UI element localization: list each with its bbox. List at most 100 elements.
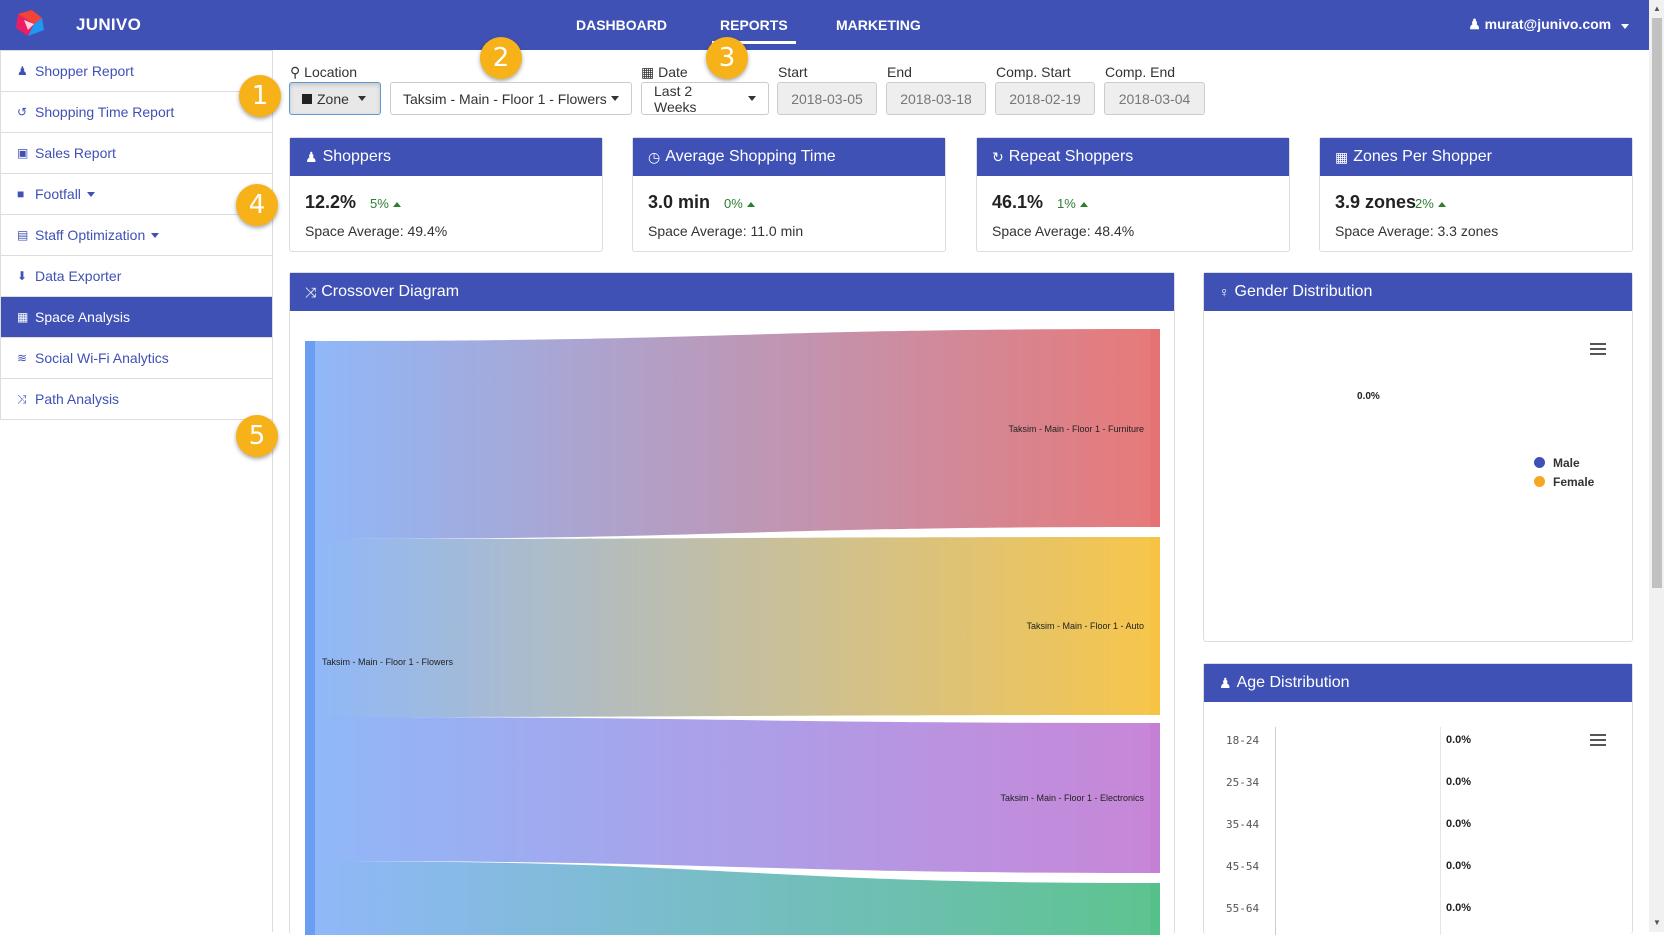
comp-start-date-input[interactable]: 2018-02-19 bbox=[995, 82, 1095, 115]
callout-badge-5: 5 bbox=[236, 415, 278, 457]
legend-item-female[interactable]: Female bbox=[1534, 475, 1594, 489]
sidebar-item-label: Path Analysis bbox=[35, 391, 120, 407]
random-icon: ⤨ bbox=[17, 391, 27, 406]
zone-dropdown[interactable]: Zone bbox=[289, 82, 381, 115]
random-icon: ⤨ bbox=[305, 283, 317, 300]
panel-header: ♟ Age Distribution bbox=[1204, 664, 1632, 702]
th-large-icon: ▦ bbox=[17, 310, 29, 324]
trend-up-icon bbox=[746, 202, 755, 207]
sidebar-item-space-analysis[interactable]: ▦ Space Analysis bbox=[1, 296, 272, 337]
sidebar-item-path-analysis[interactable]: ⤨ Path Analysis bbox=[1, 378, 272, 419]
female-icon: ♀ bbox=[1219, 284, 1230, 300]
age-category-label: 35-44 bbox=[1226, 818, 1260, 831]
wifi-icon: ≋ bbox=[17, 351, 28, 365]
date-range-dropdown[interactable]: Last 2 Weeks bbox=[641, 82, 769, 115]
gender-distribution-panel: ♀ Gender Distribution 0.0% Male Female bbox=[1203, 272, 1633, 642]
chart-menu-icon[interactable] bbox=[1590, 734, 1606, 746]
sidebar-item-sales-report[interactable]: ▣ Sales Report bbox=[1, 132, 272, 173]
callout-badge-3: 3 bbox=[706, 37, 748, 79]
sidebar-item-label: Staff Optimization bbox=[35, 227, 146, 243]
nav-dashboard[interactable]: DASHBOARD bbox=[576, 17, 667, 33]
user-email: murat@junivo.com bbox=[1484, 16, 1612, 32]
sankey-link bbox=[315, 329, 1150, 539]
sidebar-item-label: Data Exporter bbox=[35, 268, 122, 284]
sankey-target-node-other bbox=[1150, 883, 1160, 935]
age-distribution-panel: ♟ Age Distribution 18-24 0.0% 25-34 0.0%… bbox=[1203, 663, 1633, 935]
calendar-icon: ▦ bbox=[641, 64, 655, 80]
callout-badge-2: 2 bbox=[480, 37, 522, 79]
th-large-icon: ▦ bbox=[1335, 148, 1349, 165]
users-icon: ♟ bbox=[17, 64, 28, 78]
date-label: ▦ Date bbox=[641, 64, 688, 80]
sidebar-item-shopper-report[interactable]: ♟ Shopper Report bbox=[1, 50, 272, 91]
crossover-diagram-panel: ⤨ Crossover Diagram Taksim - Main - Floo… bbox=[289, 272, 1175, 935]
age-value-label: 0.0% bbox=[1446, 818, 1472, 830]
start-label: Start bbox=[778, 64, 808, 80]
user-icon: ♟ bbox=[305, 148, 318, 165]
chevron-down-icon bbox=[86, 191, 95, 197]
age-category-label: 25-34 bbox=[1226, 776, 1260, 789]
end-date-input[interactable]: 2018-03-18 bbox=[886, 82, 986, 115]
sankey-link bbox=[315, 537, 1150, 717]
sidebar-item-footfall[interactable]: ■ Footfall bbox=[1, 173, 272, 214]
panel-title: Age Distribution bbox=[1236, 674, 1350, 691]
sidebar-item-label: Shopper Report bbox=[35, 63, 134, 79]
kpi-delta: 2% bbox=[1415, 196, 1446, 211]
panel-title: Crossover Diagram bbox=[321, 283, 460, 300]
chart-menu-icon[interactable] bbox=[1590, 343, 1606, 355]
kpi-space-average: Space Average: 3.3 zones bbox=[1335, 223, 1499, 239]
money-icon: ▣ bbox=[17, 146, 29, 160]
sankey-target-label: Taksim - Main - Floor 1 - Auto bbox=[1026, 621, 1144, 631]
kpi-delta: 1% bbox=[1057, 196, 1088, 211]
panel-header: ♀ Gender Distribution bbox=[1204, 273, 1632, 311]
pie-center-label: 0.0% bbox=[1357, 391, 1380, 402]
junivo-logo[interactable] bbox=[14, 10, 46, 38]
trend-up-icon bbox=[392, 202, 401, 207]
age-value-label: 0.0% bbox=[1446, 776, 1472, 788]
kpi-space-average: Space Average: 48.4% bbox=[992, 223, 1135, 239]
nav-reports[interactable]: REPORTS bbox=[712, 17, 796, 44]
sankey-target-node-auto bbox=[1150, 537, 1160, 715]
kpi-value: 3.0 min bbox=[648, 192, 711, 212]
age-category-label: 55-64 bbox=[1226, 902, 1260, 915]
zone-select-dropdown[interactable]: Taksim - Main - Floor 1 - Flowers bbox=[390, 82, 632, 115]
kpi-card-shoppers: ♟ Shoppers 12.2% 5% Space Average: 49.4% bbox=[289, 137, 603, 252]
clock-icon: ◷ bbox=[648, 148, 661, 165]
scroll-down-arrow-icon[interactable]: ▼ bbox=[1652, 918, 1662, 928]
sidebar-item-label: Space Analysis bbox=[35, 309, 130, 325]
start-date-input[interactable]: 2018-03-05 bbox=[777, 82, 877, 115]
nav-marketing[interactable]: MARKETING bbox=[836, 17, 921, 33]
sidebar-item-label: Sales Report bbox=[35, 145, 116, 161]
kpi-value: 12.2% bbox=[305, 192, 357, 212]
comp-end-date-input[interactable]: 2018-03-04 bbox=[1104, 82, 1205, 115]
callout-badge-1: 1 bbox=[239, 75, 281, 117]
users-icon: ♟ bbox=[1219, 674, 1232, 691]
history-icon: ↺ bbox=[17, 105, 28, 119]
callout-badge-4: 4 bbox=[236, 184, 278, 226]
sidebar-item-shopping-time-report[interactable]: ↺ Shopping Time Report bbox=[1, 91, 272, 132]
scroll-up-arrow-icon[interactable]: ▲ bbox=[1652, 4, 1662, 14]
age-value-label: 0.0% bbox=[1446, 734, 1472, 746]
sidebar-item-staff-optimization[interactable]: ▤ Staff Optimization bbox=[1, 214, 272, 255]
brand-name[interactable]: JUNIVO bbox=[76, 15, 141, 35]
kpi-value: 3.9 zones bbox=[1335, 192, 1417, 212]
kpi-card-header: ◷ Average Shopping Time bbox=[633, 138, 945, 176]
sidebar-item-data-exporter[interactable]: ⬇ Data Exporter bbox=[1, 255, 272, 296]
age-axis-line bbox=[1275, 727, 1276, 935]
sankey-target-node-electronics bbox=[1150, 723, 1160, 873]
kpi-card-average-shopping-time: ◷ Average Shopping Time 3.0 min 0% Space… bbox=[632, 137, 946, 252]
chevron-down-icon bbox=[1621, 24, 1629, 29]
scrollbar-thumb[interactable] bbox=[1652, 18, 1662, 588]
kpi-delta: 5% bbox=[370, 196, 401, 211]
sidebar: ♟ Shopper Report ↺ Shopping Time Report … bbox=[0, 50, 273, 932]
legend-item-male[interactable]: Male bbox=[1534, 456, 1594, 470]
user-menu[interactable]: ♟ murat@junivo.com bbox=[1468, 16, 1629, 33]
chevron-down-icon bbox=[151, 232, 160, 238]
age-value-label: 0.0% bbox=[1446, 860, 1472, 872]
age-category-label: 45-54 bbox=[1226, 860, 1260, 873]
kpi-card-header: ▦ Zones Per Shopper bbox=[1320, 138, 1632, 176]
chevron-down-icon bbox=[748, 96, 756, 101]
end-label: End bbox=[887, 64, 912, 80]
comp-start-label: Comp. Start bbox=[996, 64, 1071, 80]
sidebar-item-social-wifi-analytics[interactable]: ≋ Social Wi-Fi Analytics bbox=[1, 337, 272, 378]
